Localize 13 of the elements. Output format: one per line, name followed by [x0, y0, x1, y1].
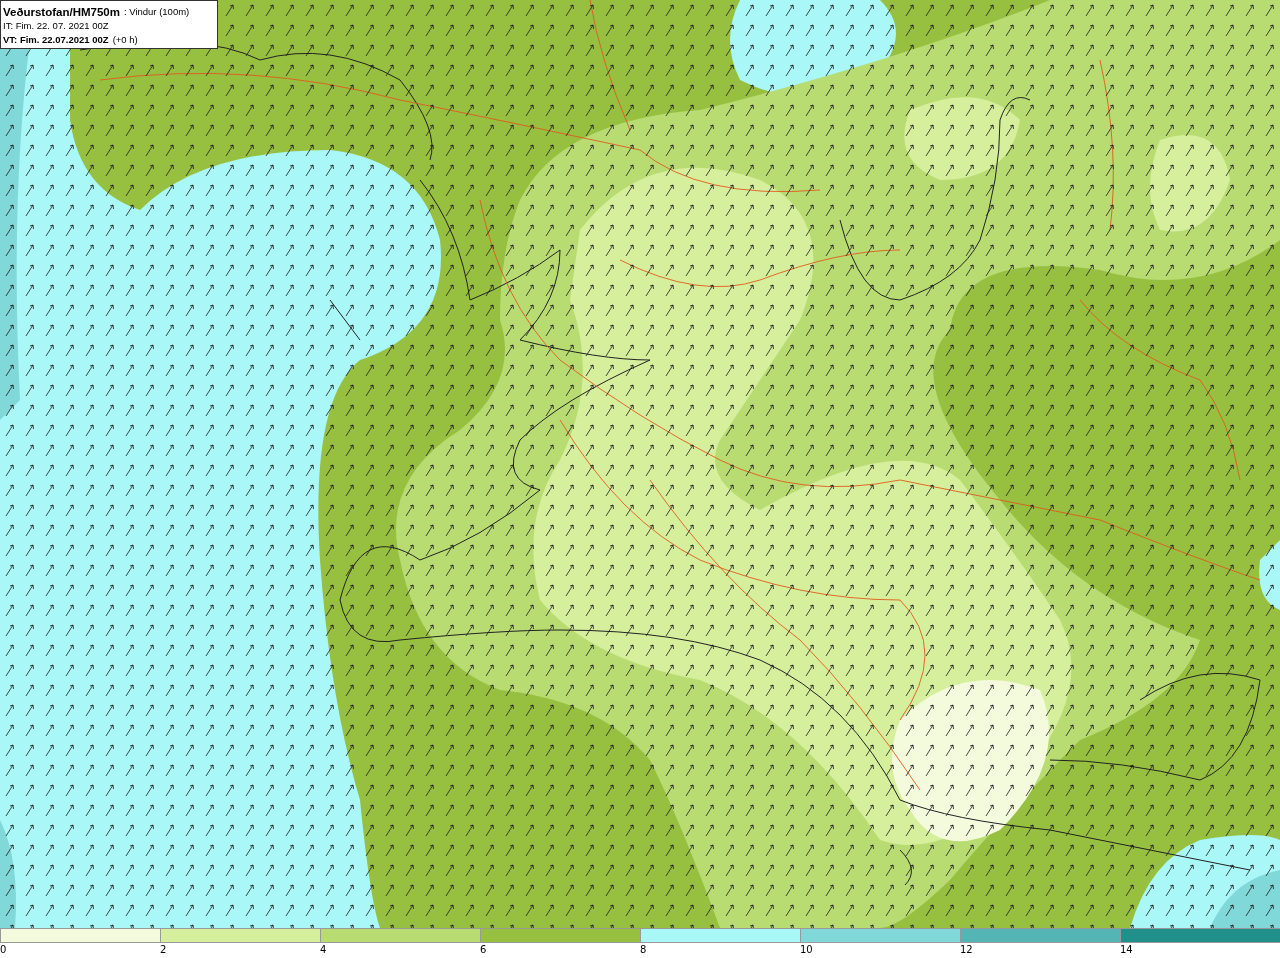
- legend-label: 14: [1120, 943, 1133, 957]
- map-title: Veðurstofan/HM750m: [3, 5, 120, 19]
- legend-label: 10: [800, 943, 813, 957]
- legend-label: 2: [160, 943, 167, 957]
- legend-label: 8: [640, 943, 647, 957]
- legend-label: 0: [0, 943, 7, 957]
- valid-time: VT: Fim. 22.07.2021 00Z: [3, 33, 109, 47]
- legend-label: 4: [320, 943, 327, 957]
- legend-label: 12: [960, 943, 973, 957]
- legend-label: 6: [480, 943, 487, 957]
- lead-time: (+0 h): [112, 33, 138, 47]
- issue-time: IT: Fim. 22. 07. 2021 00Z: [3, 19, 110, 33]
- field-name: : Vindur (100m): [123, 5, 190, 19]
